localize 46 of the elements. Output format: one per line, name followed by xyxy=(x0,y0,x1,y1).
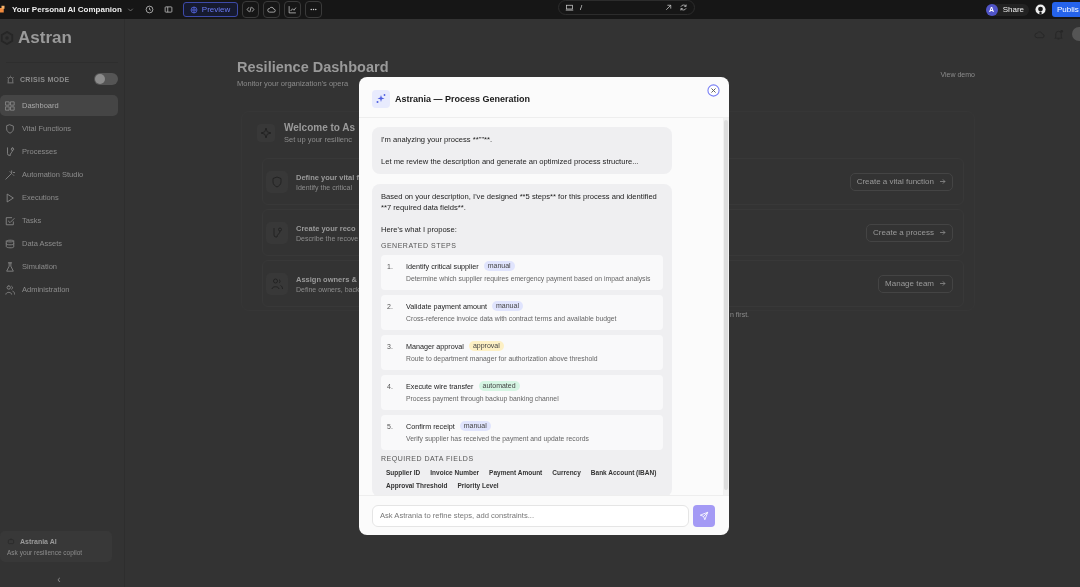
code-button[interactable] xyxy=(241,1,259,18)
collapse-button[interactable]: ‹ xyxy=(57,574,61,585)
cloud-button[interactable] xyxy=(262,1,280,18)
nav-icon xyxy=(5,284,15,295)
nav-icon xyxy=(5,261,15,272)
share-button[interactable]: Share xyxy=(997,5,1029,14)
globe-icon xyxy=(189,5,198,14)
arrow-right-icon xyxy=(939,178,946,185)
arrow-right-icon xyxy=(939,280,946,287)
refresh-icon[interactable] xyxy=(679,3,688,12)
nav-icon xyxy=(5,238,15,249)
page-title: Resilience Dashboard xyxy=(237,59,389,75)
close-icon[interactable] xyxy=(707,84,720,97)
external-link-icon[interactable] xyxy=(664,3,673,12)
step-action-button[interactable]: Create a process xyxy=(866,223,953,242)
project-name[interactable]: Your Personal AI Companion xyxy=(12,5,122,14)
dialog-title: Astrania — Process Generation xyxy=(395,94,531,104)
send-button[interactable] xyxy=(693,504,715,527)
step-action-button[interactable]: Manage team xyxy=(878,274,953,293)
app-name: Astran xyxy=(18,27,72,48)
publish-button[interactable]: Publis xyxy=(1052,2,1080,17)
welcome-title: Welcome to As xyxy=(284,122,356,133)
preview-button[interactable]: Preview xyxy=(182,2,238,17)
scrollbar[interactable] xyxy=(724,120,728,490)
nav-icon xyxy=(5,169,15,180)
crisis-mode-toggle[interactable] xyxy=(94,73,118,85)
nav-icon xyxy=(5,100,15,111)
step-action-button[interactable]: Create a vital function xyxy=(849,172,953,191)
laptop-icon[interactable] xyxy=(565,3,574,12)
code-icon xyxy=(245,5,255,14)
chart-icon xyxy=(287,5,297,14)
cloud-icon xyxy=(266,5,276,14)
panel-icon[interactable] xyxy=(163,5,173,14)
siren-icon xyxy=(6,74,15,84)
nav-icon xyxy=(5,123,15,134)
url-text: / xyxy=(580,3,583,12)
chart-button[interactable] xyxy=(283,1,301,18)
sparkle-icon xyxy=(372,90,390,108)
history-icon[interactable] xyxy=(144,5,154,14)
nav-icon xyxy=(5,215,15,226)
github-icon[interactable] xyxy=(1035,4,1046,15)
send-icon xyxy=(699,510,709,521)
app-logo-icon xyxy=(0,5,6,14)
arrow-right-icon xyxy=(939,229,946,236)
nav-icon xyxy=(5,192,15,203)
nav-icon xyxy=(5,146,15,157)
